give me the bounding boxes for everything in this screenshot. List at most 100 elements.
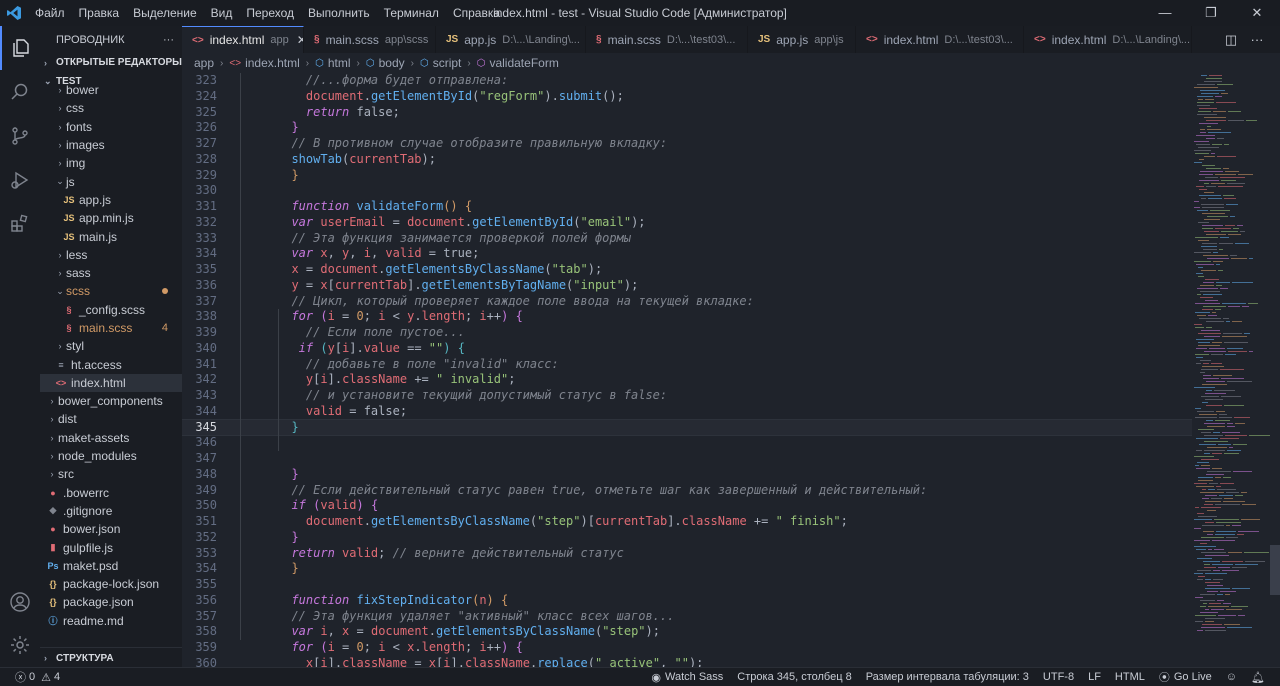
- file-item[interactable]: § _config.scss: [40, 301, 182, 319]
- code-line[interactable]: 348 }: [182, 467, 1192, 483]
- code-line[interactable]: 344 valid = false;: [182, 404, 1192, 420]
- file-item[interactable]: <> index.html: [40, 373, 182, 393]
- code-editor[interactable]: 323 //...форма будет отправлена: 324 docu…: [182, 73, 1192, 667]
- code-line[interactable]: 350 if (valid) {: [182, 498, 1192, 514]
- code-line[interactable]: 338 for (i = 0; i < y.length; i++) {: [182, 309, 1192, 325]
- folder-item[interactable]: › less: [40, 246, 182, 264]
- indentation-setting[interactable]: Размер интервала табуляции: 3: [859, 671, 1036, 683]
- menu-item[interactable]: Терминал: [377, 0, 446, 26]
- code-line[interactable]: 323 //...форма будет отправлена:: [182, 73, 1192, 89]
- minimap[interactable]: [1192, 73, 1272, 667]
- code-line[interactable]: 327 // В противном случае отобразите пра…: [182, 136, 1192, 152]
- code-line[interactable]: 342 y[i].className += " invalid";: [182, 372, 1192, 388]
- folder-item[interactable]: › img: [40, 154, 182, 172]
- minimize-button[interactable]: —: [1142, 0, 1188, 26]
- maximize-button[interactable]: ❐: [1188, 0, 1234, 26]
- file-item[interactable]: ● bower.json: [40, 520, 182, 538]
- breadcrumb-item[interactable]: html: [328, 56, 351, 70]
- code-line[interactable]: 346: [182, 435, 1192, 451]
- breadcrumb-item[interactable]: validateForm: [489, 56, 558, 70]
- more-actions-icon[interactable]: ···: [1244, 32, 1270, 47]
- code-line[interactable]: 354 }: [182, 561, 1192, 577]
- file-item[interactable]: ≡ ht.access: [40, 355, 182, 373]
- menu-item[interactable]: Переход: [239, 0, 301, 26]
- editor-tab[interactable]: JS app.js app\js: [748, 26, 856, 53]
- folder-item[interactable]: › src: [40, 465, 182, 483]
- folder-item[interactable]: › styl: [40, 337, 182, 355]
- problems-indicator[interactable]: ⓧ 0 ⚠ 4: [8, 669, 67, 685]
- close-window-button[interactable]: ✕: [1234, 0, 1280, 26]
- code-line[interactable]: 324 document.getElementById("regForm").s…: [182, 89, 1192, 105]
- code-line[interactable]: 330: [182, 183, 1192, 199]
- file-item[interactable]: ▮ gulpfile.js: [40, 538, 182, 556]
- feedback-icon[interactable]: ☺: [1219, 671, 1244, 683]
- breadcrumb-item[interactable]: index.html: [245, 56, 300, 70]
- menu-item[interactable]: Файл: [28, 0, 72, 26]
- breadcrumb-item[interactable]: script: [433, 56, 462, 70]
- code-line[interactable]: 331 function validateForm() {: [182, 199, 1192, 215]
- code-line[interactable]: 333 // Эта функция занимается проверкой …: [182, 231, 1192, 247]
- language-mode[interactable]: HTML: [1108, 671, 1152, 683]
- open-editors-section[interactable]: › ОТКРЫТЫЕ РЕДАКТОРЫ: [40, 53, 182, 72]
- cursor-position[interactable]: Строка 345, столбец 8: [730, 671, 858, 683]
- folder-item[interactable]: › bower: [40, 81, 182, 99]
- split-editor-icon[interactable]: ◫: [1218, 32, 1244, 48]
- close-tab-icon[interactable]: ✕: [297, 33, 303, 47]
- folder-item[interactable]: › sass: [40, 264, 182, 282]
- code-line[interactable]: 335 x = document.getElementsByClassName(…: [182, 262, 1192, 278]
- folder-item[interactable]: ⌄ js: [40, 172, 182, 190]
- code-line[interactable]: 328 showTab(currentTab);: [182, 152, 1192, 168]
- file-item[interactable]: {} package.json: [40, 593, 182, 611]
- structure-section[interactable]: › СТРУКТУРА: [40, 647, 182, 667]
- code-line[interactable]: 352 }: [182, 530, 1192, 546]
- folder-item[interactable]: › images: [40, 136, 182, 154]
- menu-item[interactable]: Выделение: [126, 0, 204, 26]
- menu-item[interactable]: Правка: [72, 0, 127, 26]
- more-actions-icon[interactable]: ···: [163, 34, 174, 46]
- source-control-icon[interactable]: [0, 114, 40, 158]
- code-line[interactable]: 341 // добавьте в поле "invalid" класс:: [182, 357, 1192, 373]
- file-item[interactable]: JS app.min.js: [40, 209, 182, 227]
- folder-item[interactable]: › maket-assets: [40, 429, 182, 447]
- file-item[interactable]: {} package-lock.json: [40, 575, 182, 593]
- editor-tab[interactable]: § main.scss app\scss: [304, 26, 436, 53]
- file-item[interactable]: JS app.js: [40, 191, 182, 209]
- gear-icon[interactable]: [0, 623, 40, 667]
- code-line[interactable]: 357 // Эта функция удаляет "активный" кл…: [182, 609, 1192, 625]
- extensions-icon[interactable]: [0, 202, 40, 246]
- folder-item[interactable]: › css: [40, 99, 182, 117]
- code-line[interactable]: 343 // и установите текущий допустимый с…: [182, 388, 1192, 404]
- notifications-icon[interactable]: 🔔︎: [1244, 671, 1272, 684]
- eol-setting[interactable]: LF: [1081, 671, 1108, 683]
- menu-item[interactable]: Выполнить: [301, 0, 377, 26]
- menu-item[interactable]: Вид: [204, 0, 240, 26]
- code-line[interactable]: 329 }: [182, 168, 1192, 184]
- folder-item[interactable]: › node_modules: [40, 447, 182, 465]
- file-item[interactable]: Ps maket.psd: [40, 557, 182, 575]
- code-line[interactable]: 345 }: [182, 418, 1192, 437]
- editor-tab[interactable]: § main.scss D:\...\test03\...: [586, 26, 748, 53]
- code-line[interactable]: 339 // Если поле пустое...: [182, 325, 1192, 341]
- account-icon[interactable]: [0, 580, 40, 624]
- code-line[interactable]: 355: [182, 577, 1192, 593]
- editor-tab[interactable]: JS app.js D:\...\Landing\...: [436, 26, 586, 53]
- file-item[interactable]: ◆ .gitignore: [40, 502, 182, 520]
- run-debug-icon[interactable]: [0, 158, 40, 202]
- code-line[interactable]: 337 // Цикл, который проверяет каждое по…: [182, 294, 1192, 310]
- code-line[interactable]: 351 document.getElementsByClassName("ste…: [182, 514, 1192, 530]
- folder-item[interactable]: › fonts: [40, 118, 182, 136]
- code-line[interactable]: 347: [182, 451, 1192, 467]
- menu-item[interactable]: Справка: [446, 0, 507, 26]
- go-live-button[interactable]: ⦿ Go Live: [1152, 669, 1219, 685]
- code-line[interactable]: 358 var i, x = document.getElementsByCla…: [182, 624, 1192, 640]
- file-item[interactable]: JS main.js: [40, 227, 182, 245]
- code-line[interactable]: 325 return false;: [182, 105, 1192, 121]
- explorer-icon[interactable]: [0, 26, 40, 70]
- scrollbar-thumb[interactable]: [1270, 545, 1280, 595]
- code-line[interactable]: 340 if (y[i].value == "") {: [182, 341, 1192, 357]
- file-item[interactable]: ● .bowerrc: [40, 484, 182, 502]
- search-icon[interactable]: [0, 70, 40, 114]
- code-line[interactable]: 356 function fixStepIndicator(n) {: [182, 593, 1192, 609]
- breadcrumb-item[interactable]: app: [194, 56, 214, 70]
- code-line[interactable]: 353 return valid; // верните действитель…: [182, 546, 1192, 562]
